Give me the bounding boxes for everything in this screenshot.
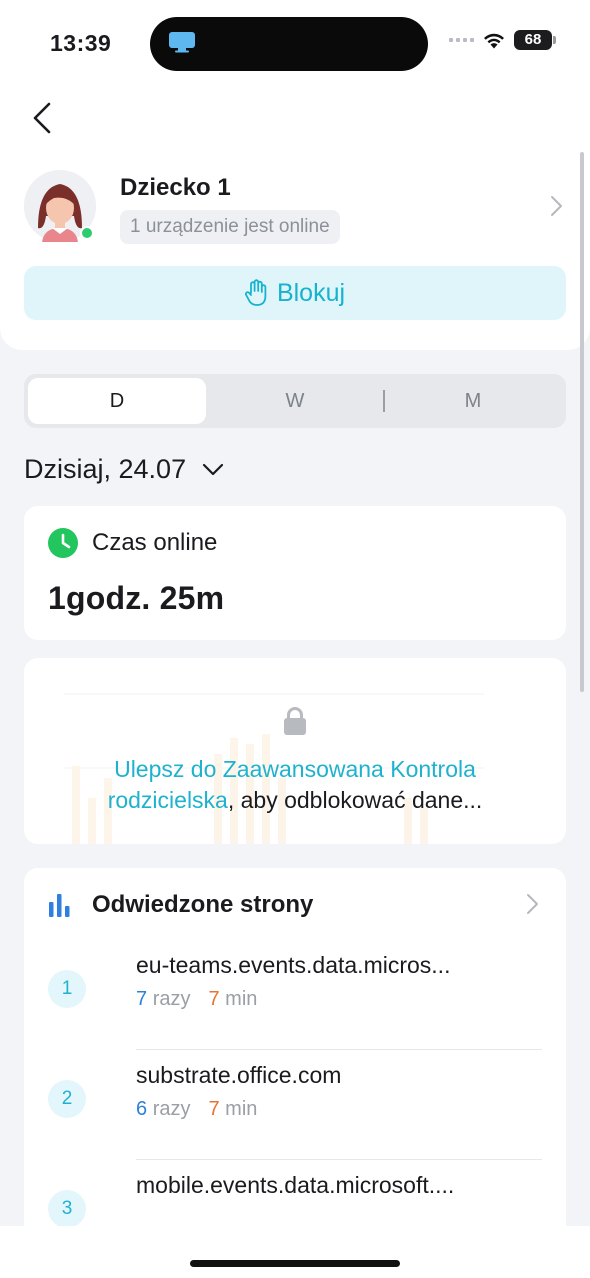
site-visit-count: 7 <box>136 988 148 1010</box>
site-row[interactable]: 3 mobile.events.data.microsoft.... <box>48 1160 542 1226</box>
tab-day[interactable]: D <box>28 378 206 424</box>
site-domain: eu-teams.events.data.micros... <box>136 952 451 978</box>
blurred-chart-background <box>64 693 484 844</box>
visited-sites-header[interactable]: Odwiedzone strony <box>48 888 542 922</box>
site-minutes: 7 <box>208 1098 220 1120</box>
home-indicator[interactable] <box>190 1260 400 1267</box>
period-tabs: D W M <box>24 374 566 428</box>
online-time-value: 1godz. 25m <box>48 580 225 616</box>
site-rank: 3 <box>48 1190 86 1226</box>
site-visit-count: 6 <box>136 1098 148 1120</box>
site-stats: 7 razy 7 min <box>136 988 257 1011</box>
tab-week[interactable]: W <box>206 378 384 424</box>
child-profile-card: Dziecko 1 1 urządzenie jest online Bloku… <box>0 148 590 350</box>
upgrade-message-rest: , aby odblokować dane... <box>227 787 483 813</box>
dynamic-island <box>150 17 428 71</box>
site-visit-unit: razy <box>152 1098 191 1120</box>
signal-icon <box>449 38 474 42</box>
site-minutes-unit: min <box>225 1098 258 1120</box>
site-minutes-unit: min <box>225 988 258 1010</box>
site-rank: 1 <box>48 970 86 1008</box>
site-domain: substrate.office.com <box>136 1062 342 1088</box>
block-button-label: Blokuj <box>276 278 346 307</box>
site-row[interactable]: 2 substrate.office.com 6 razy 7 min <box>48 1050 542 1160</box>
date-selector[interactable]: Dzisiaj, 24.07 <box>24 454 224 485</box>
online-status-dot <box>80 226 94 240</box>
upgrade-message: Ulepsz do Zaawansowana Kontrola rodzicie… <box>64 754 526 816</box>
chevron-right-icon[interactable] <box>522 892 542 916</box>
lock-icon <box>284 707 306 735</box>
scroll-content[interactable]: Dziecko 1 1 urządzenie jest online Bloku… <box>0 148 590 1226</box>
online-time-header: Czas online <box>48 528 217 558</box>
online-time-title: Czas online <box>92 529 218 556</box>
visited-sites-card: Odwiedzone strony 1 eu-teams.events.data… <box>24 868 566 1226</box>
tab-month[interactable]: M <box>384 378 562 424</box>
chevron-left-icon <box>33 102 51 134</box>
clock-icon <box>48 528 78 558</box>
site-stats: 6 razy 7 min <box>136 1098 257 1121</box>
locked-chart-card: Ulepsz do Zaawansowana Kontrola rodzicie… <box>24 658 566 844</box>
back-button[interactable] <box>22 96 62 140</box>
chevron-right-icon[interactable] <box>546 194 566 218</box>
status-indicators: 68 <box>449 30 556 50</box>
bottom-safe-area <box>0 1226 590 1278</box>
status-bar: 13:39 68 <box>0 0 590 88</box>
site-visit-unit: razy <box>152 988 191 1010</box>
date-label: Dzisiaj, 24.07 <box>24 454 187 484</box>
bar-chart-icon <box>49 894 70 917</box>
site-row[interactable]: 1 eu-teams.events.data.micros... 7 razy … <box>48 940 542 1050</box>
device-status-badge: 1 urządzenie jest online <box>120 210 340 244</box>
visited-sites-title: Odwiedzone strony <box>92 891 314 918</box>
battery-icon: 68 <box>514 30 556 50</box>
status-time: 13:39 <box>50 30 112 56</box>
site-domain: mobile.events.data.microsoft.... <box>136 1172 455 1198</box>
chevron-down-icon <box>202 463 224 475</box>
scrollbar[interactable] <box>580 152 584 692</box>
hand-icon <box>244 279 267 306</box>
block-button[interactable]: Blokuj <box>24 266 566 320</box>
navigation-bar <box>0 88 590 148</box>
screen-time-app-icon <box>169 32 195 53</box>
site-rank: 2 <box>48 1080 86 1118</box>
child-name: Dziecko 1 <box>120 174 231 201</box>
wifi-icon <box>484 33 504 49</box>
site-minutes: 7 <box>208 988 220 1010</box>
online-time-card: Czas online 1godz. 25m <box>24 506 566 640</box>
